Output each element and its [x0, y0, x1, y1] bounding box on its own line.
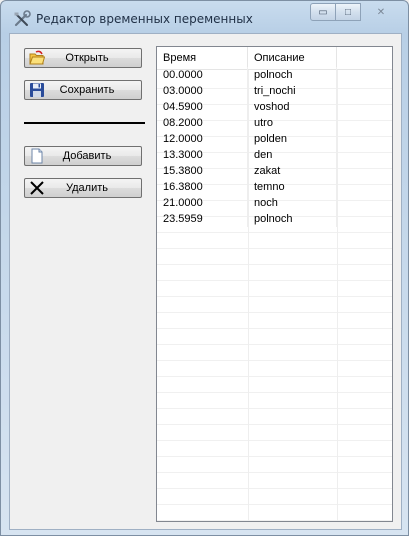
maximize-button[interactable]: □ — [335, 3, 361, 21]
table-row[interactable]: 13.3000 den — [157, 147, 392, 163]
table-row[interactable]: 00.0000 polnoch — [157, 67, 392, 83]
description-cell: utro — [248, 115, 337, 131]
window-title: Редактор временных переменных — [36, 12, 253, 26]
description-cell: tri_nochi — [248, 83, 337, 99]
close-icon: ✕ — [376, 6, 386, 18]
table-row[interactable]: 12.0000 polden — [157, 131, 392, 147]
save-label: Сохранить — [59, 84, 115, 96]
time-cell: 12.0000 — [157, 131, 248, 147]
table-row[interactable]: 23.5959 polnoch — [157, 211, 392, 227]
column-header-time[interactable]: Время — [157, 47, 248, 69]
description-cell: den — [248, 147, 337, 163]
list-body: 00.0000 polnoch 03.0000 tri_nochi 04.5900 vos… — [157, 67, 392, 227]
time-cell: 04.5900 — [157, 99, 248, 115]
description-cell: voshod — [248, 99, 337, 115]
time-cell: 13.3000 — [157, 147, 248, 163]
add-button[interactable]: Добавить — [24, 146, 142, 166]
minimize-button[interactable]: ▭ — [310, 3, 336, 21]
toolbar-separator — [24, 122, 145, 124]
table-row[interactable]: 08.2000 utro — [157, 115, 392, 131]
close-button[interactable]: ✕ — [360, 3, 402, 21]
title-bar[interactable]: Редактор временных переменных ▭ □ ✕ — [1, 1, 408, 33]
open-folder-icon — [29, 50, 45, 65]
window-controls: ▭ □ ✕ — [310, 3, 402, 21]
new-document-icon — [31, 148, 43, 164]
time-cell: 08.2000 — [157, 115, 248, 131]
tools-icon — [14, 10, 31, 27]
time-cell: 16.3800 — [157, 179, 248, 195]
delete-button[interactable]: Удалить — [24, 178, 142, 198]
table-row[interactable]: 21.0000 noch — [157, 195, 392, 211]
time-cell: 03.0000 — [157, 83, 248, 99]
description-cell: polnoch — [248, 67, 337, 83]
description-cell: noch — [248, 195, 337, 211]
delete-x-icon — [30, 181, 44, 195]
floppy-disk-icon — [30, 83, 44, 97]
app-window: Редактор временных переменных ▭ □ ✕ Откр… — [0, 0, 409, 536]
time-cell: 00.0000 — [157, 67, 248, 83]
table-row[interactable]: 04.5900 voshod — [157, 99, 392, 115]
table-row[interactable]: 03.0000 tri_nochi — [157, 83, 392, 99]
variables-list[interactable]: Время Описание 00.0000 polnoch 03.0000 tri_… — [156, 46, 393, 522]
add-label: Добавить — [62, 150, 112, 162]
open-label: Открыть — [65, 52, 109, 64]
table-row[interactable]: 15.3800 zakat — [157, 163, 392, 179]
description-cell: polnoch — [248, 211, 337, 227]
column-header-empty — [337, 47, 392, 69]
description-cell: polden — [248, 131, 337, 147]
table-row[interactable]: 16.3800 temno — [157, 179, 392, 195]
time-cell: 23.5959 — [157, 211, 248, 227]
column-header-description[interactable]: Описание — [248, 47, 337, 69]
time-cell: 21.0000 — [157, 195, 248, 211]
time-cell: 15.3800 — [157, 163, 248, 179]
minimize-icon: ▭ — [318, 6, 328, 18]
description-cell: zakat — [248, 163, 337, 179]
delete-label: Удалить — [66, 182, 108, 194]
client-area: Открыть Сохранить Добавить Удалить Время… — [9, 33, 402, 530]
maximize-icon: □ — [344, 6, 352, 18]
description-cell: temno — [248, 179, 337, 195]
open-button[interactable]: Открыть — [24, 48, 142, 68]
save-button[interactable]: Сохранить — [24, 80, 142, 100]
